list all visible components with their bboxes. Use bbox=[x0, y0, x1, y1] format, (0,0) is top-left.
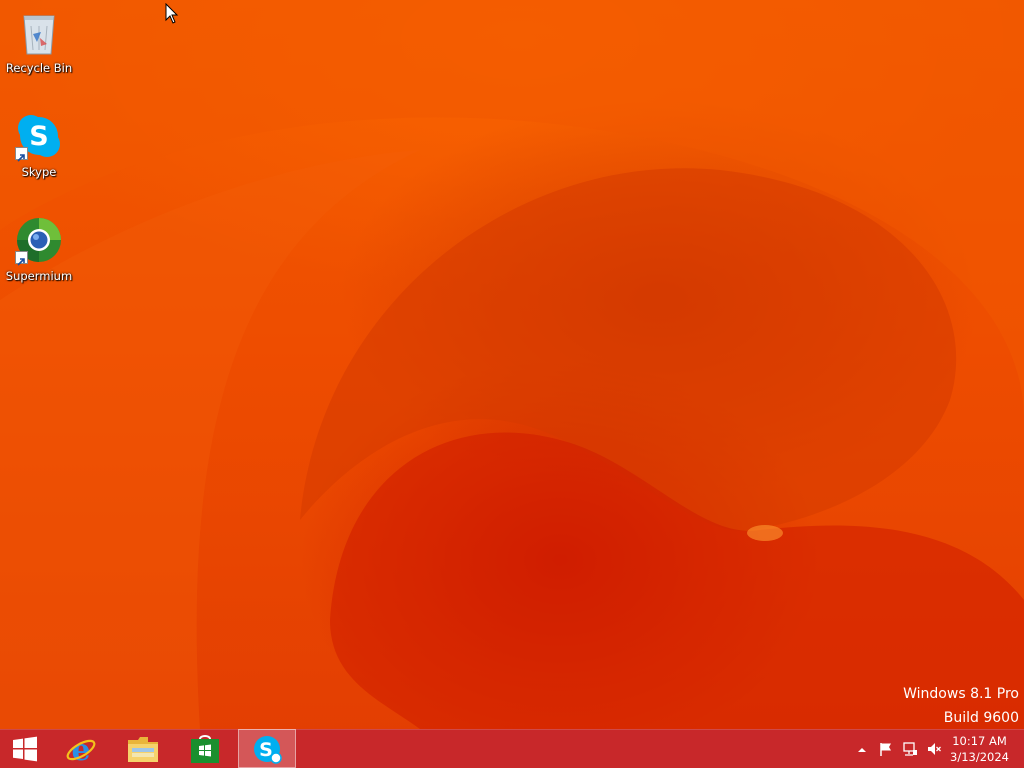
supermium-icon bbox=[15, 216, 63, 266]
windows-version-watermark: Windows 8.1 Pro Build 9600 bbox=[903, 682, 1019, 730]
store-icon bbox=[191, 734, 219, 763]
internet-explorer-icon: e bbox=[66, 733, 96, 765]
skype-icon: S bbox=[254, 735, 282, 764]
desktop-icon-label: Skype bbox=[21, 165, 57, 179]
shortcut-arrow-icon bbox=[15, 147, 28, 162]
desktop-icon-label: Supermium bbox=[5, 269, 73, 283]
recycle-bin-icon bbox=[15, 8, 63, 56]
shortcut-arrow-icon bbox=[15, 251, 28, 266]
taskbar-store[interactable] bbox=[176, 729, 234, 768]
build-text: Build 9600 bbox=[943, 710, 1019, 726]
clock-time: 10:17 AM bbox=[952, 734, 1007, 748]
desktop-icon-skype[interactable]: S Skype bbox=[1, 108, 77, 180]
desktop-icon-recycle-bin[interactable]: Recycle Bin bbox=[1, 4, 77, 76]
folder-icon bbox=[128, 736, 158, 762]
svg-text:S: S bbox=[29, 121, 48, 152]
clock[interactable]: 10:17 AM 3/13/2024 bbox=[950, 733, 1009, 765]
wallpaper bbox=[0, 0, 1024, 729]
mouse-cursor-icon bbox=[165, 3, 179, 24]
desktop-icon-supermium[interactable]: Supermium bbox=[1, 212, 77, 284]
edition-text: Windows 8.1 Pro bbox=[903, 686, 1019, 702]
taskbar-file-explorer[interactable] bbox=[114, 729, 172, 768]
clock-date: 3/13/2024 bbox=[950, 750, 1009, 764]
svg-text:e: e bbox=[71, 733, 90, 765]
taskbar[interactable]: e S 10:17 AM 3/13/2024 bbox=[0, 729, 1024, 768]
system-tray[interactable]: 10:17 AM 3/13/2024 bbox=[844, 729, 1024, 768]
desktop-icon-label: Recycle Bin bbox=[5, 61, 73, 75]
network-icon[interactable] bbox=[902, 741, 918, 757]
action-center-flag-icon[interactable] bbox=[878, 741, 894, 757]
desktop[interactable]: Recycle Bin S Skype Supermium Windows 8.… bbox=[0, 0, 1024, 768]
windows-logo-icon bbox=[13, 736, 37, 761]
taskbar-skype[interactable]: S bbox=[238, 729, 296, 768]
start-button[interactable] bbox=[0, 729, 50, 768]
taskbar-internet-explorer[interactable]: e bbox=[52, 729, 110, 768]
skype-icon: S bbox=[15, 112, 63, 162]
show-hidden-icons-chevron-icon[interactable] bbox=[854, 741, 870, 757]
volume-muted-icon[interactable] bbox=[926, 741, 942, 757]
